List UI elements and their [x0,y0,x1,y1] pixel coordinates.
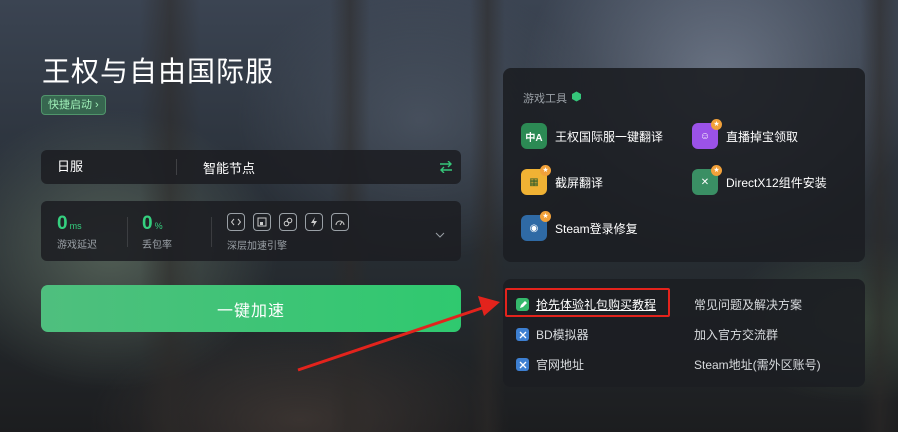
tool-label: 截屏翻译 [555,175,604,190]
cube-icon [571,91,582,105]
translate-icon: 中A [521,123,547,149]
tool-label: Steam登录修复 [555,221,638,236]
link-label: Steam地址(需外区账号) [694,358,821,372]
page-title: 王权与自由国际服 [42,56,275,87]
stats-panel: 0 ms 游戏延迟 0% 丢包率 深层加速引擎 [41,201,461,261]
divider [127,217,128,247]
quick-launch-label: 快捷启动 [48,99,92,111]
tools-title: 游戏工具 [523,90,582,106]
link-faq[interactable]: 常见问题及解决方案 [694,296,802,313]
directx-icon: ✕ ★ [692,165,722,195]
latency-stat: 0 ms 游戏延迟 [57,213,97,251]
packet-loss-stat: 0% 丢包率 [142,213,172,251]
latency-unit: ms [69,221,82,231]
star-badge-icon: ★ [540,165,551,176]
link-join-group[interactable]: 加入官方交流群 [694,326,778,343]
code-icon [227,213,245,231]
gamepad-icon [516,328,529,341]
deep-engine: 深层加速引擎 [227,213,349,252]
tool-steam-fix[interactable]: ◉ ★ Steam登录修复 [521,211,638,241]
quick-launch-button[interactable]: 快捷启动 › [41,95,106,115]
tools-title-label: 游戏工具 [523,93,567,105]
swap-icon[interactable] [431,161,461,173]
link-steam-address[interactable]: Steam地址(需外区账号) [694,356,821,373]
screenshot-translate-icon: ▦ ★ [521,165,551,195]
highlight-box [505,288,670,317]
region-select[interactable]: 日服 [41,159,177,175]
latency-value: 0 [57,213,68,234]
link-icon [279,213,297,231]
link-bd-emulator[interactable]: BD模拟器 [516,326,589,343]
chevron-right-icon: › [95,99,99,111]
deep-engine-label: 深层加速引擎 [227,241,287,252]
tool-directx[interactable]: ✕ ★ DirectX12组件安装 [692,165,827,195]
tool-screenshot-translate[interactable]: ▦ ★ 截屏翻译 [521,165,604,195]
window-icon [253,213,271,231]
chevron-down-icon[interactable] [435,225,445,243]
tool-live-drop[interactable]: ☺ ★ 直播掉宝领取 [692,119,799,149]
divider [211,217,212,247]
tool-label: 王权国际服一键翻译 [555,129,664,144]
link-label: 加入官方交流群 [694,328,779,342]
accelerate-button[interactable]: 一键加速 [41,285,461,332]
loss-value: 0 [142,213,153,234]
game-tools-panel: 游戏工具 中A 王权国际服一键翻译 ☺ ★ 直播掉宝领取 ▦ ★ 截屏翻译 ✕ ★ D… [503,68,865,262]
star-badge-icon: ★ [540,211,551,222]
star-badge-icon: ★ [711,119,722,130]
steam-icon: ◉ ★ [521,211,551,241]
link-label: 官网地址 [536,358,585,372]
gamepad-icon [516,358,529,371]
link-official-site[interactable]: 官网地址 [516,356,584,373]
latency-label: 游戏延迟 [57,240,97,251]
tool-label: DirectX12组件安装 [726,175,827,190]
node-selector[interactable]: 日服 智能节点 [41,150,461,184]
node-mode-select[interactable]: 智能节点 [177,158,431,177]
loss-unit: % [154,221,163,231]
link-label: 常见问题及解决方案 [694,298,803,312]
tool-translate[interactable]: 中A 王权国际服一键翻译 [521,123,663,149]
background-tree [860,0,898,432]
loss-label: 丢包率 [142,240,172,251]
tool-label: 直播掉宝领取 [726,129,799,144]
lightning-icon [305,213,323,231]
background-tree [470,0,505,432]
link-label: BD模拟器 [536,328,589,342]
speedometer-icon [331,213,349,231]
live-drop-icon: ☺ ★ [692,119,722,149]
star-badge-icon: ★ [711,165,722,176]
